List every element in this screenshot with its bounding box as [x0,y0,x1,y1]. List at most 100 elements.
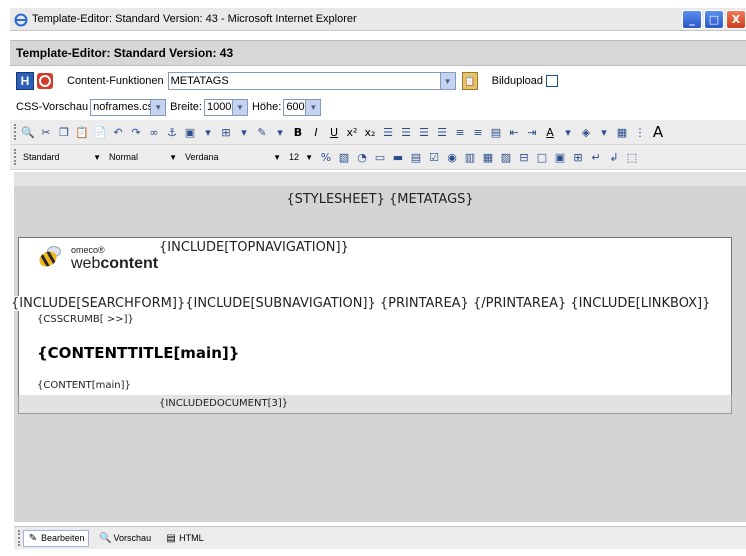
iframe-icon[interactable]: ▣ [552,149,568,165]
toolbar-grip[interactable] [14,124,19,140]
link-icon[interactable]: ∞ [146,124,162,140]
width-select[interactable]: 1000 ▼ [203,98,248,116]
tab-bearbeiten[interactable]: ✎ Bearbeiten [23,529,89,547]
special-char-icon[interactable]: % [318,149,334,165]
chevron-down-icon[interactable]: ▾ [560,124,576,140]
italic-icon[interactable]: I [308,124,324,140]
align-justify-icon[interactable]: ☰ [434,124,450,140]
chevron-down-icon[interactable]: ▾ [200,124,216,140]
highlight-icon[interactable]: ✎ [254,124,270,140]
align-right-icon[interactable]: ☰ [416,124,432,140]
paste-icon[interactable]: 📋 [74,124,90,140]
close-window-button[interactable]: X [726,10,746,29]
bildupload-checkbox[interactable] [546,75,558,87]
subscript-icon[interactable]: x₂ [362,124,378,140]
bold-icon[interactable]: B [290,124,306,140]
cancel-button[interactable] [37,73,53,89]
underline-icon[interactable]: U [326,124,342,140]
background-color-icon[interactable]: ◈ [578,124,594,140]
font-select[interactable]: Verdana ▼ [185,149,285,165]
stylesheet-placeholder: {STYLESHEET} {METATAGS} [286,192,474,207]
align-left-icon[interactable]: ☰ [380,124,396,140]
paragraph-style-select[interactable]: Standard ▼ [23,149,105,165]
show-borders-icon[interactable]: ⬚ [624,149,640,165]
chevron-down-icon[interactable]: ▼ [150,99,166,115]
tab-vorschau-label: Vorschau [113,533,152,543]
editor-status-strip [14,172,746,187]
copy-icon[interactable]: ❐ [56,124,72,140]
image-icon[interactable]: ▣ [182,124,198,140]
tab-vorschau[interactable]: 🔍 Vorschau [97,531,155,546]
logo-content-text: content [100,255,159,272]
radio-icon[interactable]: ◉ [444,149,460,165]
css-file-select[interactable]: noframes.css ▼ [90,98,167,116]
editor-title: Template-Editor: Standard Version: 43 [16,46,234,60]
select-list-icon[interactable]: ▥ [462,149,478,165]
button-icon[interactable]: ▬ [390,149,406,165]
chevron-down-icon[interactable]: ▼ [305,99,321,115]
clipboard-icon[interactable]: 📋 [461,72,478,90]
columns-icon[interactable]: ⋮ [632,124,648,140]
font-icon[interactable]: A [650,123,666,141]
includedocument-placeholder: {INCLUDEDOCUMENT[3]} [159,398,289,409]
redo-icon[interactable]: ↷ [128,124,144,140]
form-icon[interactable]: ▧ [336,149,352,165]
csscrumb-placeholder: {CSSCRUMB[ >>]} [37,314,134,325]
formatting-toolbar: 🔍 ✂ ❐ 📋 📄 ↶ ↷ ∞ ⚓ ▣ ▾ ⊞ ▾ ✎ ▾ B I U x² x… [10,120,746,145]
cut-icon[interactable]: ✂ [38,124,54,140]
chevron-down-icon[interactable]: ▾ [596,124,612,140]
window-title: Template-Editor: Standard Version: 43 - … [32,13,357,25]
line-break-icon[interactable]: ↵ [588,149,604,165]
paste-text-icon[interactable]: 📄 [92,124,108,140]
chevron-down-icon[interactable]: ▼ [231,99,247,115]
format-select[interactable]: Normal ▼ [109,149,181,165]
height-value: 600 [286,101,305,113]
indent-icon[interactable]: ⇥ [524,124,540,140]
paragraph-break-icon[interactable]: ↲ [606,149,622,165]
undo-icon[interactable]: ↶ [110,124,126,140]
fieldset-icon[interactable]: □ [534,149,550,165]
width-value: 1000 [206,101,232,113]
wysiwyg-editor-area[interactable]: {STYLESHEET} {METATAGS} omeco® webconten… [11,187,746,522]
block-icon[interactable]: ▤ [488,124,504,140]
chevron-down-icon[interactable]: ▼ [169,153,181,162]
textfield-icon[interactable]: ▭ [372,149,388,165]
font-size-select[interactable]: 12 ▼ [289,149,317,165]
maximize-button[interactable]: □ [704,10,724,29]
chevron-down-icon[interactable]: ▾ [272,124,288,140]
clock-icon[interactable]: ◔ [354,149,370,165]
table-icon[interactable]: ⊞ [218,124,234,140]
chevron-down-icon[interactable]: ▾ [236,124,252,140]
template-page-box[interactable]: omeco® webcontent {INCLUDE[TOPNAVIGATION… [11,237,732,409]
anchor-icon[interactable]: ⚓ [164,124,180,140]
hidden-field-icon[interactable]: ▦ [480,149,496,165]
font-size-value: 12 [289,152,300,162]
minimize-button[interactable]: _ [682,10,702,29]
align-center-icon[interactable]: ☰ [398,124,414,140]
searchform-placeholder-line: {INCLUDE[SEARCHFORM]}{INCLUDE[SUBNAVIGAT… [11,296,711,311]
ordered-list-icon[interactable]: ≡ [452,124,468,140]
table-edit-icon[interactable]: ⊞ [570,149,586,165]
checkbox-icon[interactable]: ☑ [426,149,442,165]
textarea-icon[interactable]: ▤ [408,149,424,165]
height-select[interactable]: 600 ▼ [283,98,322,116]
content-main-placeholder: {CONTENT[main]} [37,380,131,391]
superscript-icon[interactable]: x² [344,124,360,140]
outdent-icon[interactable]: ⇤ [506,124,522,140]
font-color-icon[interactable]: A [542,124,558,140]
unordered-list-icon[interactable]: ≡ [470,124,486,140]
save-button[interactable]: H [16,72,34,90]
toolbar-grip[interactable] [14,149,19,165]
logo-brand-small: omeco® [71,245,105,255]
chevron-down-icon[interactable]: ▼ [439,73,455,89]
find-icon[interactable]: 🔍 [20,124,36,140]
image-button-icon[interactable]: ▨ [498,149,514,165]
frame-icon[interactable]: ▦ [614,124,630,140]
format-value: Normal [109,152,139,162]
chevron-down-icon[interactable]: ▼ [273,153,285,162]
chevron-down-icon[interactable]: ▼ [305,153,317,162]
tab-html[interactable]: ▤ HTML [162,531,207,546]
content-functions-select[interactable]: METATAGS ▼ [167,72,456,90]
label-icon[interactable]: ⊟ [516,149,532,165]
chevron-down-icon[interactable]: ▼ [93,153,105,162]
